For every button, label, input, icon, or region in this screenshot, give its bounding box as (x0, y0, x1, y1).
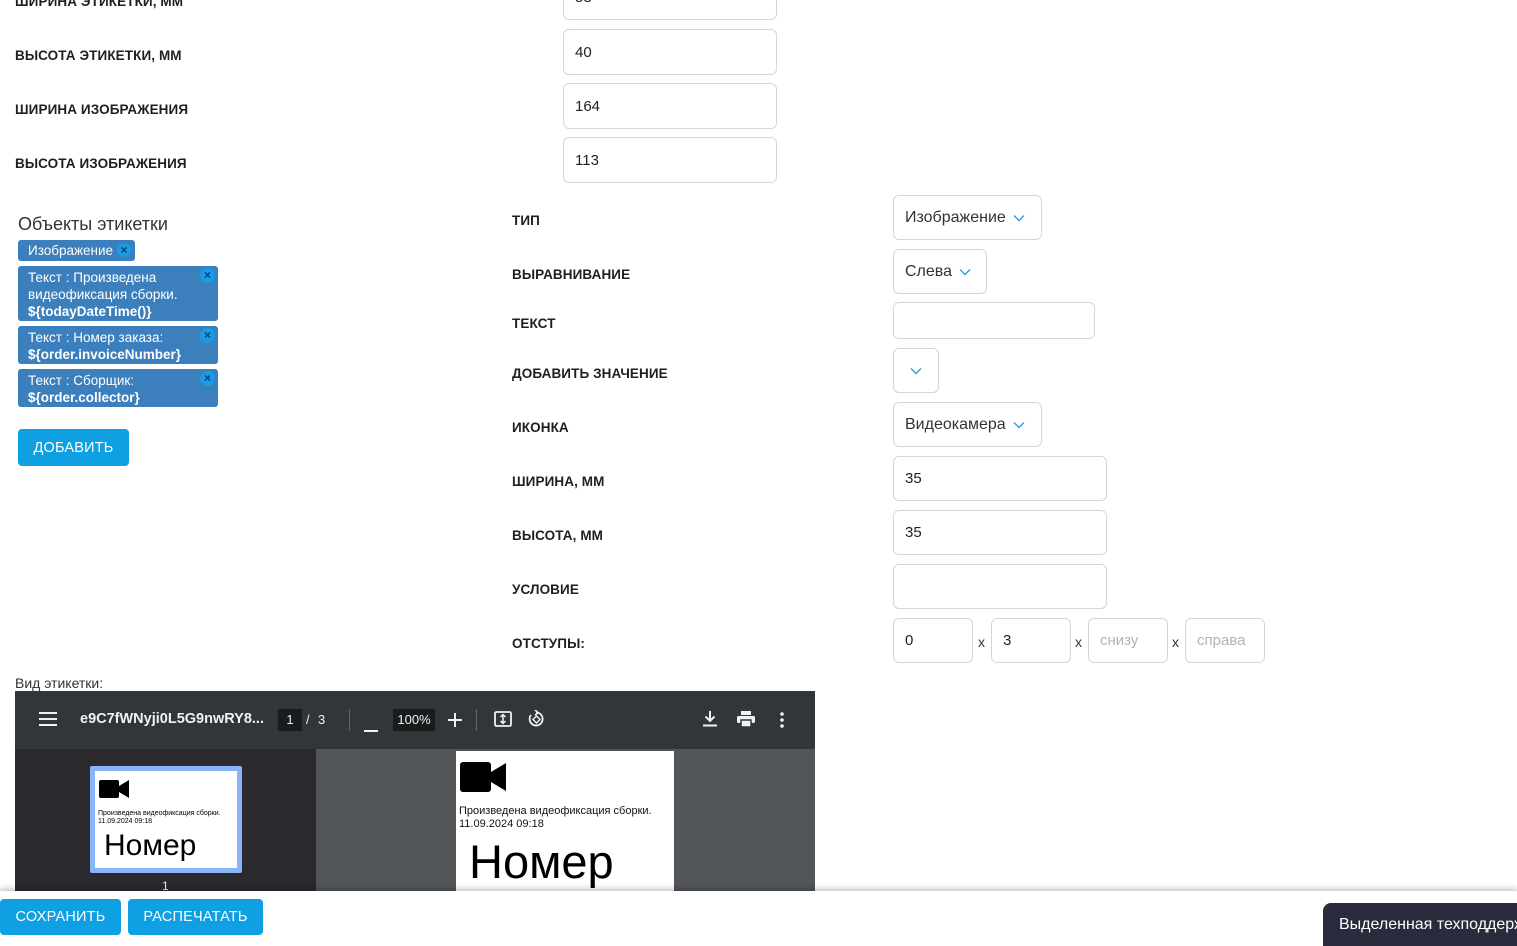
more-options-icon[interactable] (780, 712, 784, 733)
object-chip-value: ${order.collector} (28, 390, 140, 405)
thumbnail-page[interactable]: Произведена видеофиксация сборки. 11.09.… (90, 766, 242, 873)
rotate-icon[interactable] (527, 709, 545, 733)
padding-bottom-input[interactable] (1088, 618, 1168, 663)
text-input[interactable] (893, 302, 1095, 339)
label-height-input[interactable] (563, 29, 777, 75)
padding-separator: x (1172, 634, 1179, 650)
image-width-input[interactable] (563, 83, 777, 129)
thumb-page-number: 1 (162, 879, 169, 891)
padding-top-input[interactable] (893, 618, 973, 663)
objects-title: Объекты этикетки (18, 214, 168, 234)
thumb-line1: Произведена видеофиксация сборки. (98, 810, 221, 817)
object-chip-label: Текст : Сборщик: (28, 373, 135, 388)
chevron-down-icon (1013, 421, 1025, 429)
remove-object-icon[interactable]: × (200, 328, 215, 343)
video-camera-icon (460, 761, 506, 798)
pdf-page: Произведена видеофиксация сборки. 11.09.… (456, 751, 674, 891)
save-button[interactable]: СОХРАНИТЬ (0, 899, 121, 935)
padding-label: ОТСТУПЫ: (512, 636, 586, 651)
add-value-select[interactable] (893, 348, 939, 393)
object-chip-text-recorded[interactable]: Текст : Произведена видеофиксация сборки… (18, 266, 218, 321)
chevron-down-icon (1013, 214, 1025, 222)
print-icon[interactable] (737, 711, 755, 732)
object-chip-text-order[interactable]: Текст : Номер заказа: ${order.invoiceNum… (18, 326, 218, 364)
download-icon[interactable] (703, 711, 717, 732)
object-chip-label: Изображение (28, 243, 114, 258)
preview-label: Вид этикетки: (15, 675, 104, 691)
image-height-input[interactable] (563, 137, 777, 183)
padding-left-input[interactable] (991, 618, 1071, 663)
type-label: ТИП (512, 213, 540, 228)
page-line2: 11.09.2024 09:18 (459, 818, 544, 830)
toolbar-divider (476, 709, 477, 731)
support-text: Выделенная техподдержка (1339, 915, 1517, 933)
icon-select-value: Видеокамера (905, 415, 1006, 433)
add-value-label: ДОБАВИТЬ ЗНАЧЕНИЕ (512, 366, 668, 381)
remove-object-icon[interactable]: × (200, 268, 215, 283)
label-height-label: ВЫСОТА ЭТИКЕТКИ, ММ (15, 48, 182, 63)
object-chip-value: ${order.invoiceNumber} (28, 347, 182, 362)
width-mm-input[interactable] (893, 456, 1107, 501)
chevron-down-icon (959, 268, 971, 276)
page-separator: / (306, 712, 310, 727)
label-width-label: ШИРИНА ЭТИКЕТКИ, ММ (15, 0, 184, 9)
padding-right-input[interactable] (1185, 618, 1265, 663)
pdf-toolbar: e9C7fWNyji0L5G9nwRY8... 1 / 3 100% (15, 691, 815, 749)
chevron-down-icon (910, 367, 922, 375)
remove-object-icon[interactable]: × (200, 371, 215, 386)
thumbnail-page-content: Произведена видеофиксация сборки. 11.09.… (95, 771, 237, 868)
add-object-button[interactable]: ДОБАВИТЬ (18, 429, 129, 466)
toolbar-divider (349, 709, 350, 731)
zoom-out-icon[interactable] (364, 719, 378, 737)
condition-label: УСЛОВИЕ (512, 582, 579, 597)
align-select[interactable]: Слева (893, 249, 987, 294)
type-select[interactable]: Изображение (893, 195, 1042, 240)
total-pages: 3 (318, 712, 326, 727)
image-width-label: ШИРИНА ИЗОБРАЖЕНИЯ (15, 102, 189, 117)
object-chip-label: Текст : Номер заказа: (28, 330, 164, 345)
pdf-viewer: e9C7fWNyji0L5G9nwRY8... 1 / 3 100% Произ… (15, 691, 815, 891)
object-chip-text-collector[interactable]: Текст : Сборщик: ${order.collector} (18, 369, 218, 407)
icon-select[interactable]: Видеокамера (893, 402, 1042, 447)
align-select-value: Слева (905, 262, 953, 280)
height-mm-input[interactable] (893, 510, 1107, 555)
page-big-text: Номер (469, 835, 614, 888)
object-chip-value: ${todayDateTime()} (28, 304, 152, 319)
align-label: ВЫРАВНИВАНИЕ (512, 267, 631, 282)
width-mm-label: ШИРИНА, ММ (512, 474, 605, 489)
condition-input[interactable] (893, 564, 1107, 609)
thumb-line2: 11.09.2024 09:18 (98, 818, 152, 825)
pdf-thumbnail-sidebar: Произведена видеофиксация сборки. 11.09.… (15, 749, 316, 891)
padding-separator: x (1075, 634, 1082, 650)
pdf-file-name: e9C7fWNyji0L5G9nwRY8... (80, 711, 264, 727)
thumb-big-text: Номер (104, 829, 197, 862)
object-chip-label: Текст : Произведена видеофиксация сборки… (28, 270, 178, 302)
image-height-label: ВЫСОТА ИЗОБРАЖЕНИЯ (15, 156, 187, 171)
support-widget[interactable]: Выделенная техподдержка (1323, 903, 1517, 946)
icon-label: ИКОНКА (512, 420, 569, 435)
label-width-input[interactable] (563, 0, 777, 20)
height-mm-label: ВЫСОТА, ММ (512, 528, 604, 543)
video-camera-icon (99, 779, 129, 804)
page-line1: Произведена видеофиксация сборки. (459, 805, 652, 817)
print-button[interactable]: РАСПЕЧАТАТЬ (128, 899, 263, 935)
text-label: ТЕКСТ (512, 316, 556, 331)
padding-separator: x (978, 634, 985, 650)
fit-page-icon[interactable] (494, 711, 512, 732)
zoom-in-icon[interactable] (448, 713, 462, 732)
remove-object-icon[interactable]: × (117, 243, 131, 257)
page-number-input[interactable]: 1 (278, 709, 302, 731)
zoom-level[interactable]: 100% (393, 709, 435, 731)
type-select-value: Изображение (905, 208, 1006, 226)
menu-icon[interactable] (39, 712, 57, 731)
